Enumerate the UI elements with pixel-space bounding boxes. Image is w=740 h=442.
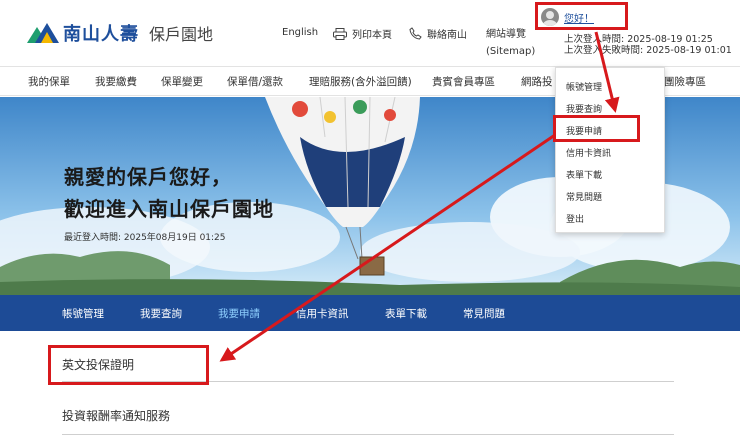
sub-nav-item-faq[interactable]: 常見問題 (463, 306, 505, 321)
last-failed-login-time: 上次登入失敗時間: 2025-08-19 01:01 (564, 45, 732, 56)
contact-label: 聯絡南山 (427, 30, 467, 41)
last-login-time: 上次登入時間: 2025-08-19 01:25 (564, 34, 713, 45)
welcome-heading-line1: 親愛的保戶您好， (64, 165, 232, 189)
sub-nav-item-credit-card[interactable]: 信用卡資訊 (296, 306, 349, 321)
login-info: 上次登入時間: 2025-08-19 01:25 上次登入失敗時間: 2025-… (564, 34, 732, 56)
english-label: English (282, 27, 319, 38)
sitemap-link[interactable]: 網站導覽 (Sitemap) (486, 26, 535, 60)
dropdown-item-forms[interactable]: 表單下載 (566, 168, 602, 181)
print-link[interactable]: 列印本頁 (333, 26, 392, 41)
dropdown-item-logout[interactable]: 登出 (566, 212, 584, 225)
main-nav-item-my-policy[interactable]: 我的保單 (28, 74, 70, 89)
main-nav-item-online-invest[interactable]: 網路投 (521, 74, 553, 89)
dropdown-item-faq[interactable]: 常見問題 (566, 190, 602, 203)
annotation-box-apply-menu (553, 115, 640, 142)
logo-subtitle: 保戶園地 (149, 25, 214, 44)
main-nav-item-claims[interactable]: 理賠服務(含外溢回饋) (309, 74, 412, 89)
main-nav-item-group-insurance[interactable]: 團險專區 (664, 74, 706, 89)
main-nav-item-vip[interactable]: 貴賓會員專區 (432, 74, 495, 89)
main-nav-item-policy-change[interactable]: 保單變更 (161, 74, 203, 89)
sitemap-sub-label: (Sitemap) (486, 46, 536, 57)
main-nav-item-loan[interactable]: 保單借/還款 (227, 74, 283, 89)
list-item-label: 投資報酬率通知服務 (62, 409, 171, 423)
list-item-investment-return-notice[interactable]: 投資報酬率通知服務 (62, 407, 674, 435)
nanshan-logo[interactable]: 南山人壽 保戶園地 (27, 20, 213, 46)
mountain-logo-icon (27, 23, 59, 43)
recent-login-time: 最近登入時間: 2025年08月19日 01:25 (64, 233, 226, 243)
phone-icon (409, 27, 422, 40)
dropdown-item-query[interactable]: 我要查詢 (566, 102, 602, 115)
annotation-box-english-certificate (48, 345, 209, 385)
contact-link[interactable]: 聯絡南山 (409, 26, 467, 41)
sub-nav-item-apply[interactable]: 我要申請 (218, 306, 260, 321)
sub-nav-item-account[interactable]: 帳號管理 (62, 306, 104, 321)
print-label: 列印本頁 (352, 30, 392, 41)
annotation-box-greeting (535, 2, 628, 30)
sub-nav: 帳號管理 我要查詢 我要申請 信用卡資訊 表單下載 常見問題 (0, 295, 740, 331)
sitemap-label: 網站導覽 (486, 29, 526, 40)
printer-icon (333, 27, 347, 40)
site-header: 南山人壽 保戶園地 English 列印本頁 聯絡南山 網站導覽 (Sitema… (0, 0, 740, 66)
logo-text: 南山人壽 (63, 24, 139, 45)
main-nav-item-payment[interactable]: 我要繳費 (95, 74, 137, 89)
english-link[interactable]: English (282, 27, 318, 38)
sub-nav-item-query[interactable]: 我要查詢 (140, 306, 182, 321)
sub-nav-item-forms[interactable]: 表單下載 (385, 306, 427, 321)
user-dropdown-menu: 帳號管理 我要查詢 我要申請 信用卡資訊 表單下載 常見問題 登出 (555, 67, 665, 233)
dropdown-item-credit-card[interactable]: 信用卡資訊 (566, 146, 611, 159)
welcome-heading-line2: 歡迎進入南山保戶園地 (64, 197, 274, 221)
dropdown-item-account[interactable]: 帳號管理 (566, 80, 602, 93)
